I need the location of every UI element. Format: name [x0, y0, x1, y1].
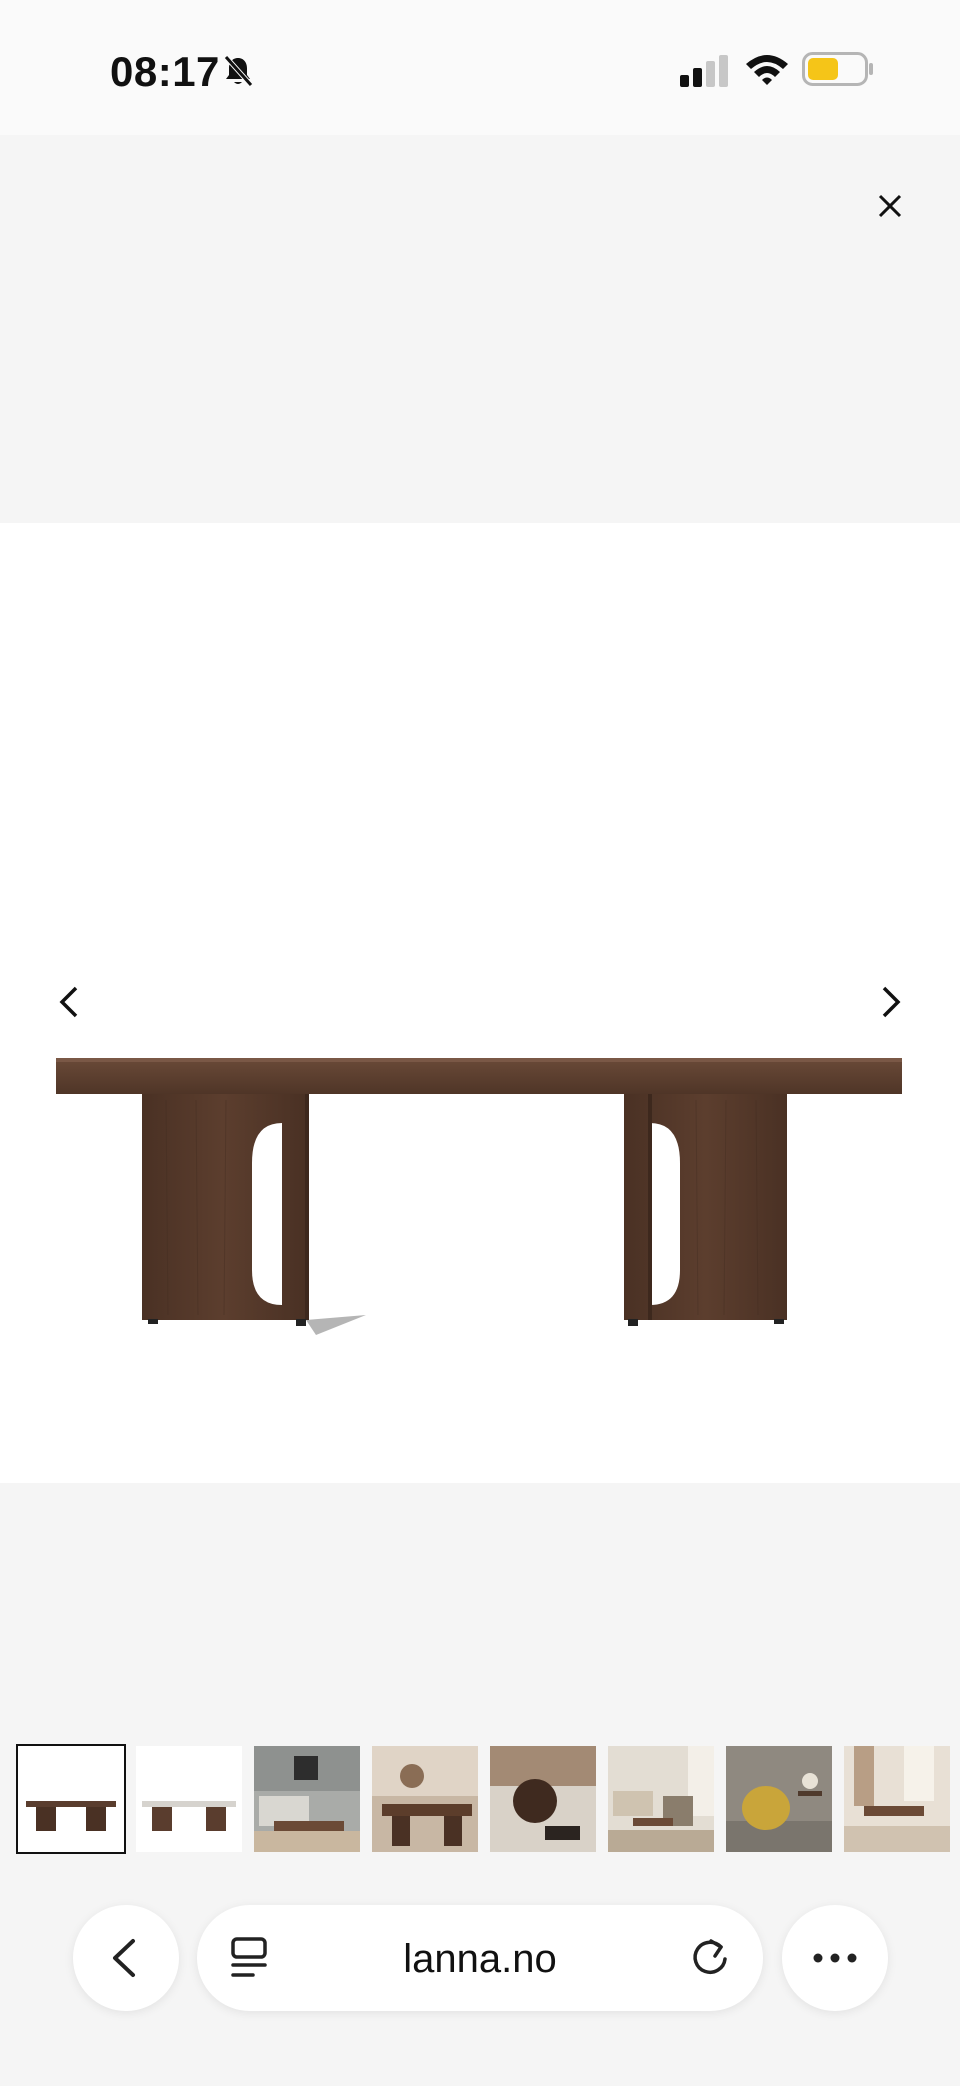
- more-button[interactable]: [782, 1905, 888, 2011]
- status-bar: 08:17: [0, 0, 960, 135]
- thumbnail-strip: [16, 1744, 960, 1854]
- chevron-right-icon[interactable]: [868, 980, 912, 1024]
- battery-icon: [802, 52, 874, 86]
- thumb-yellow-chair[interactable]: [726, 1746, 832, 1852]
- wifi-icon: [744, 52, 790, 86]
- chevron-left-icon: [113, 1939, 135, 1977]
- thumb-living-room-bright[interactable]: [608, 1746, 714, 1852]
- thumb-table-dark[interactable]: [16, 1744, 126, 1854]
- more-icon: [813, 1953, 857, 1963]
- bell-slash-icon: [222, 54, 254, 88]
- close-icon[interactable]: [870, 186, 910, 226]
- thumb-table-marble[interactable]: [136, 1746, 242, 1852]
- chevron-left-icon[interactable]: [48, 980, 92, 1024]
- thumb-living-room-window[interactable]: [844, 1746, 950, 1852]
- thumb-living-room-gray[interactable]: [254, 1746, 360, 1852]
- thumb-table-closeup[interactable]: [372, 1746, 478, 1852]
- status-time: 08:17: [110, 48, 220, 95]
- url-text: lanna.no: [403, 1937, 557, 1981]
- viewer-top-panel: [0, 135, 960, 523]
- product-image: [56, 1055, 906, 1345]
- address-bar[interactable]: lanna.no: [197, 1905, 763, 2011]
- page: 08:17 lanna.no: [0, 0, 960, 2086]
- back-button[interactable]: [73, 1905, 179, 2011]
- thumb-vase-detail[interactable]: [490, 1746, 596, 1852]
- reload-icon[interactable]: [687, 1935, 733, 1981]
- cellular-signal-icon: [680, 55, 730, 87]
